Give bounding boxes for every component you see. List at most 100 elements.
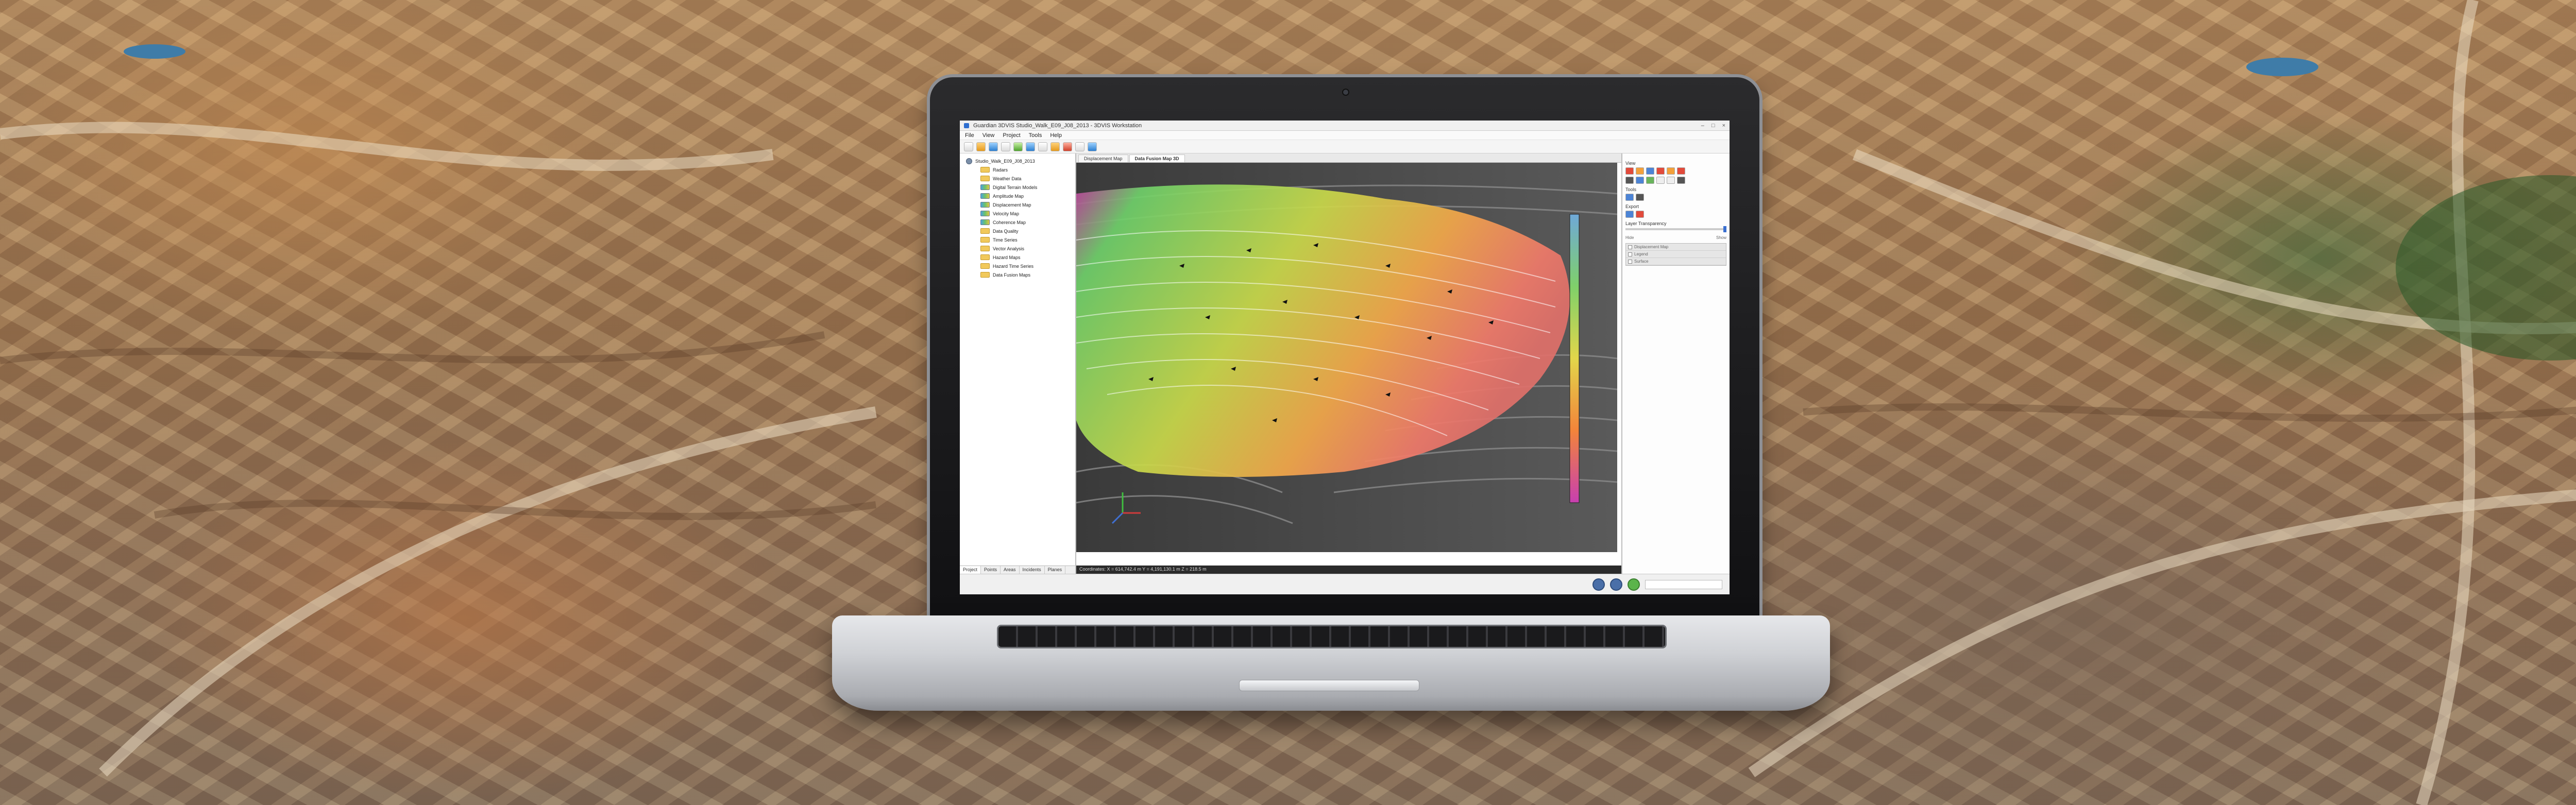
layer-label: Displacement Map [1634,245,1669,249]
new-icon[interactable] [964,142,973,151]
open-icon[interactable] [976,142,986,151]
trackpad [1239,680,1419,691]
tab-project[interactable]: Project [960,566,981,574]
tab-incidents[interactable]: Incidents [1020,566,1045,574]
tree-item-velocity[interactable]: Velocity Map [966,209,1075,218]
sync-button[interactable] [1610,578,1622,591]
settings-icon[interactable] [1075,142,1084,151]
tab-displacement-map[interactable]: Displacement Map [1078,155,1128,162]
tree-item-label: Coherence Map [993,219,1026,225]
tab-points[interactable]: Points [981,566,1001,574]
layer-checkbox[interactable] [1628,252,1632,256]
view-section-label: View [1625,161,1636,166]
print-icon[interactable] [1001,142,1010,151]
laptop-lid: Guardian 3DVIS Studio_Walk_E09_J08_2013 … [930,77,1759,624]
tree-tab-bar: Project Points Areas Incidents Planes [960,566,1075,574]
tree-item-fusion[interactable]: Data Fusion Maps [966,270,1075,279]
bookmark-view-icon[interactable] [1677,167,1685,175]
tree-root[interactable]: Studio_Walk_E09_J08_2013 [966,157,1075,165]
pan-icon[interactable] [1625,177,1634,184]
layer-row[interactable]: Surface [1626,258,1726,265]
layers-icon[interactable] [1026,142,1035,151]
reset-view-icon[interactable] [1667,167,1675,175]
tree-item-label: Hazard Maps [993,254,1021,260]
project-tree-panel: Studio_Walk_E09_J08_2013 Radars Weather … [960,153,1076,574]
map-icon [980,193,990,199]
properties-panel: View Tools Export Layer Transparency Hid… [1621,153,1730,574]
transparency-slider[interactable] [1625,226,1726,232]
close-button[interactable]: × [1722,123,1725,129]
3d-viewport[interactable]: Coordinates: X = 614,742.4 m Y = 4,191,1… [1076,163,1621,574]
tree-root-label: Studio_Walk_E09_J08_2013 [975,158,1035,164]
layer-row[interactable]: Legend [1626,251,1726,258]
tree-item-label: Data Fusion Maps [993,272,1031,278]
camera-icon [1342,89,1349,96]
tree-item-hazard-ts[interactable]: Hazard Time Series [966,262,1075,270]
menu-project[interactable]: Project [1003,132,1020,139]
tree-item-coherence[interactable]: Coherence Map [966,218,1075,227]
tree-item-displacement[interactable]: Displacement Map [966,200,1075,209]
tree-item-label: Radars [993,167,1008,173]
tree-item-vector[interactable]: Vector Analysis [966,244,1075,253]
slider-handle[interactable] [1723,226,1726,232]
3d-terrain-render[interactable] [1076,163,1617,552]
layer-label: Surface [1634,259,1649,264]
iso-view-icon[interactable] [1656,167,1665,175]
zoom-in-icon[interactable] [1646,177,1654,184]
pick-icon[interactable] [1667,177,1675,184]
tree-item-timeseries[interactable]: Time Series [966,235,1075,244]
maximize-button[interactable]: □ [1711,123,1715,129]
section-tool-icon[interactable] [1625,194,1634,201]
tree-item-weather[interactable]: Weather Data [966,174,1075,183]
map-icon [980,184,990,190]
orbit-icon[interactable] [1636,177,1644,184]
slider-min-label: Hide [1625,235,1634,240]
layer-checkbox[interactable] [1628,245,1632,249]
play-button[interactable] [1592,578,1605,591]
menu-bar: File View Project Tools Help [960,131,1730,140]
save-icon[interactable] [989,142,998,151]
tree-item-quality[interactable]: Data Quality [966,227,1075,235]
layer-checkbox[interactable] [1628,259,1632,264]
menu-help[interactable]: Help [1050,132,1062,139]
probe-tool-icon[interactable] [1636,194,1644,201]
info-icon[interactable] [1088,142,1097,151]
tree-item-amplitude[interactable]: Amplitude Map [966,192,1075,200]
tree-item-radars[interactable]: Radars [966,165,1075,174]
tree-item-label: Digital Terrain Models [993,184,1038,190]
tree-item-hazard[interactable]: Hazard Maps [966,253,1075,262]
side-view-icon[interactable] [1646,167,1654,175]
tree-item-label: Hazard Time Series [993,263,1034,269]
top-view-icon[interactable] [1625,167,1634,175]
menu-view[interactable]: View [982,132,995,139]
minimize-button[interactable]: – [1701,123,1704,129]
zoom-icon[interactable] [1050,142,1060,151]
export-data-icon[interactable] [1636,211,1644,218]
export-section-label: Export [1625,204,1639,209]
tree-item-dtm[interactable]: Digital Terrain Models [966,183,1075,192]
menu-file[interactable]: File [965,132,974,139]
front-view-icon[interactable] [1636,167,1644,175]
search-icon[interactable] [1038,142,1047,151]
grid-icon[interactable] [1013,142,1023,151]
app-logo-icon [964,123,969,128]
main-view-area: Displacement Map Data Fusion Map 3D Coor… [1076,153,1621,574]
measure-icon[interactable] [1656,177,1665,184]
camera-tools-row [1625,177,1726,184]
view-tools-row [1625,167,1726,175]
laptop-screen: Guardian 3DVIS Studio_Walk_E09_J08_2013 … [960,121,1730,594]
tab-areas[interactable]: Areas [1001,566,1020,574]
folder-icon [980,228,990,234]
status-field [1645,579,1722,589]
snapshot-icon[interactable] [1677,177,1685,184]
layer-label: Legend [1634,252,1648,256]
layer-row[interactable]: Displacement Map [1626,244,1726,251]
folder-icon [980,237,990,243]
transparency-label: Layer Transparency [1625,221,1667,226]
export-image-icon[interactable] [1625,211,1634,218]
rotate-icon[interactable] [1063,142,1072,151]
tab-planes[interactable]: Planes [1045,566,1066,574]
menu-tools[interactable]: Tools [1029,132,1042,139]
tab-data-fusion-3d[interactable]: Data Fusion Map 3D [1129,155,1185,162]
tree-item-label: Weather Data [993,176,1022,181]
